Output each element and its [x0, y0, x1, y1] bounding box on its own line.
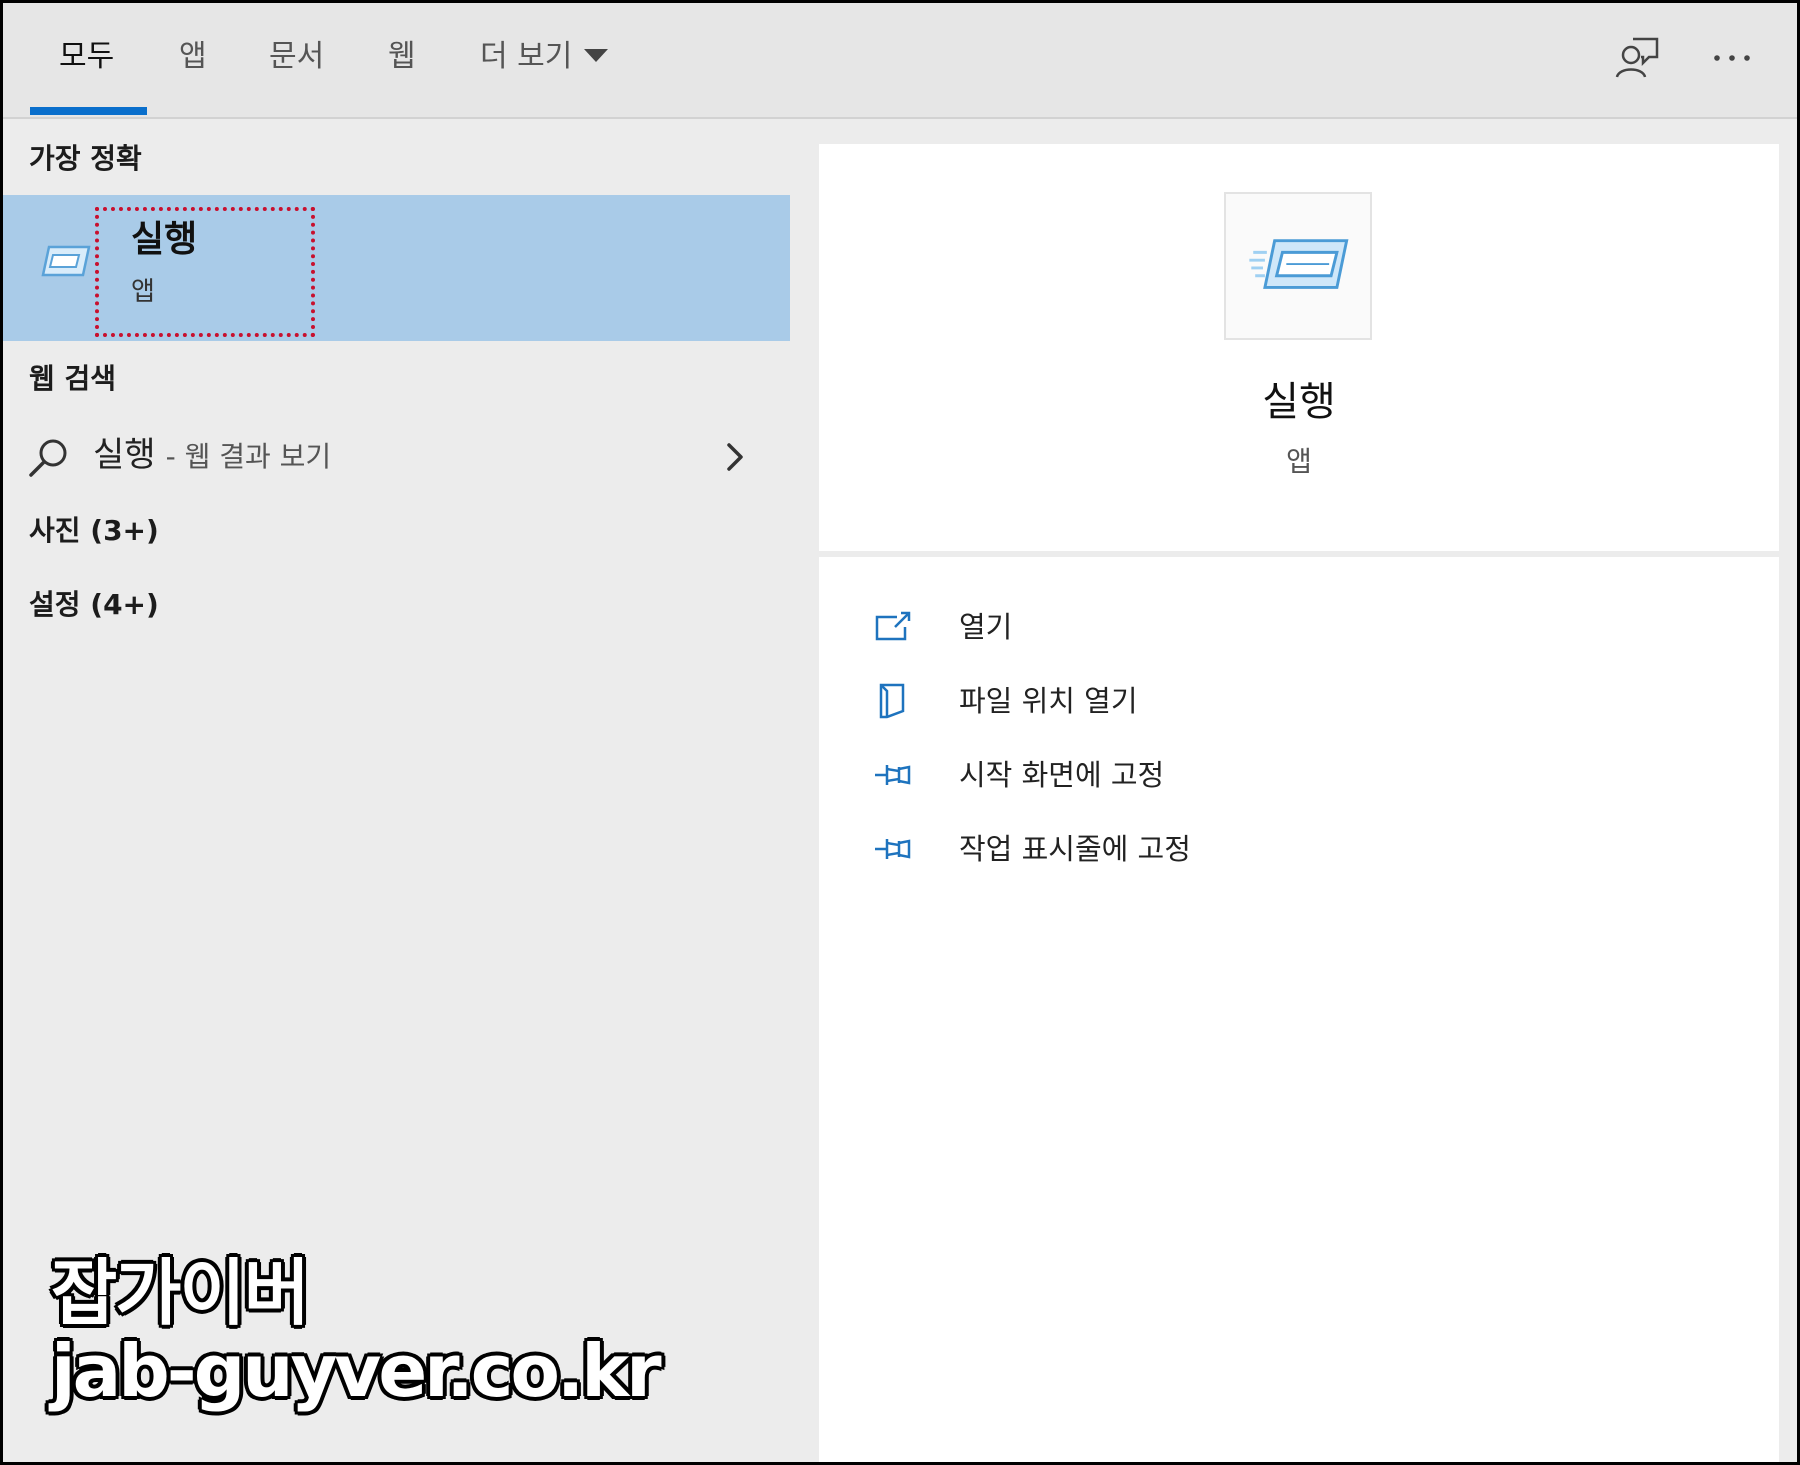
- pin-icon: [875, 765, 911, 785]
- action-open-file-location[interactable]: 파일 위치 열기: [873, 673, 1473, 729]
- tab-bar: 모두 앱 문서 웹 더 보기: [3, 3, 1797, 119]
- action-pin-start[interactable]: 시작 화면에 고정: [873, 747, 1473, 803]
- feedback-icon[interactable]: [1611, 33, 1661, 83]
- more-icon[interactable]: [1707, 33, 1757, 83]
- tab-web[interactable]: 웹: [388, 37, 416, 77]
- app-name: 실행: [1262, 379, 1336, 425]
- action-pin-taskbar-label: 작업 표시줄에 고정: [959, 832, 1191, 866]
- action-open[interactable]: 열기: [873, 599, 1473, 655]
- app-tile: [1224, 192, 1372, 340]
- tab-more-label: 더 보기: [480, 39, 573, 74]
- highlight-box: [95, 207, 315, 337]
- search-icon: [29, 439, 67, 477]
- tab-more[interactable]: 더 보기: [480, 37, 609, 77]
- active-tab-indicator: [30, 107, 147, 115]
- actions-panel: 열기 파일 위치 열기 시작 화면에 고정 작업 표시줄에 고정: [819, 557, 1779, 1462]
- web-result-text: 실행 - 웹 결과 보기: [93, 433, 331, 479]
- chevron-right-icon[interactable]: [721, 439, 749, 475]
- action-pin-taskbar[interactable]: 작업 표시줄에 고정: [873, 821, 1473, 877]
- action-pin-start-label: 시작 화면에 고정: [959, 758, 1165, 792]
- detail-header: 실행 앱: [819, 144, 1779, 551]
- open-icon: [875, 611, 911, 641]
- caret-down-icon: [584, 49, 609, 62]
- pin-icon: [875, 839, 911, 859]
- web-result-item[interactable]: 실행 - 웹 결과 보기: [3, 421, 790, 491]
- web-result-query: 실행: [93, 435, 156, 475]
- watermark-url: jab-guyver.co.kr: [51, 1329, 662, 1413]
- settings-category[interactable]: 설정 (4+): [29, 587, 159, 623]
- action-open-file-location-label: 파일 위치 열기: [959, 684, 1138, 718]
- file-location-icon: [879, 683, 905, 719]
- tab-apps[interactable]: 앱: [179, 37, 207, 77]
- tab-all[interactable]: 모두: [59, 37, 114, 77]
- best-match-title: 실행: [131, 219, 198, 260]
- tab-documents[interactable]: 문서: [269, 37, 324, 77]
- best-match-header: 가장 정확: [29, 142, 142, 175]
- run-app-icon: [41, 245, 91, 277]
- best-match-item[interactable]: 실행 앱: [3, 195, 790, 341]
- search-window: 모두 앱 문서 웹 더 보기 가장 정확 실행 앱 웹 검색 실행 - 웹 결과…: [3, 3, 1797, 1462]
- run-app-large-icon: [1249, 239, 1349, 289]
- photos-category[interactable]: 사진 (3+): [29, 513, 159, 549]
- app-type: 앱: [1286, 445, 1312, 478]
- action-open-label: 열기: [959, 610, 1013, 644]
- best-match-subtitle: 앱: [131, 277, 155, 307]
- watermark-title: 잡가이버: [51, 1251, 310, 1335]
- web-search-header: 웹 검색: [29, 362, 117, 395]
- web-result-suffix: - 웹 결과 보기: [165, 440, 332, 473]
